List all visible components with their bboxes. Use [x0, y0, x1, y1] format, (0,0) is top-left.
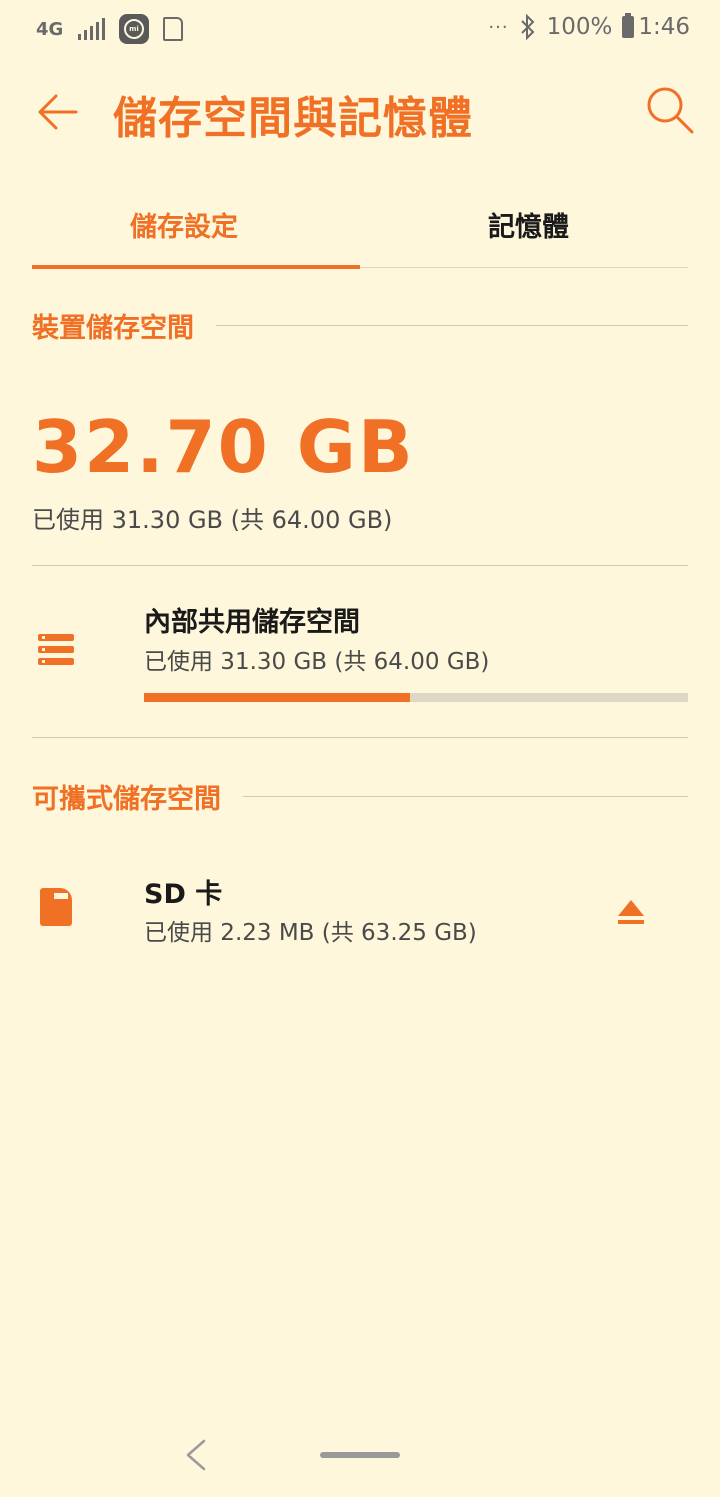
- internal-storage-title: 內部共用儲存空間: [144, 607, 360, 638]
- nav-home-pill[interactable]: [320, 1452, 400, 1458]
- app-bar: 儲存空間與記憶體: [0, 70, 720, 160]
- more-notifications-icon: ···: [488, 16, 509, 38]
- internal-storage-subtitle: 已使用 31.30 GB (共 64.00 GB): [144, 649, 490, 675]
- device-storage-header: 裝置儲存空間: [32, 306, 688, 345]
- sd-card-status-icon: [163, 17, 183, 41]
- section-divider: [216, 325, 688, 326]
- clock: 1:46: [638, 14, 690, 40]
- sd-card-subtitle: 已使用 2.23 MB (共 63.25 GB): [144, 920, 477, 946]
- tab-bar: 儲存設定 記憶體: [32, 185, 688, 269]
- tab-memory[interactable]: 記憶體: [488, 205, 569, 244]
- sd-card-icon: [40, 888, 72, 926]
- sd-card-row[interactable]: SD 卡 已使用 2.23 MB (共 63.25 GB): [32, 840, 688, 970]
- used-summary: 已使用 31.30 GB (共 64.00 GB): [32, 506, 393, 534]
- storage-stack-icon: [38, 634, 74, 670]
- internal-storage-row[interactable]: 內部共用儲存空間 已使用 31.30 GB (共 64.00 GB): [32, 566, 688, 737]
- battery-percent: 100%: [546, 14, 613, 40]
- search-icon[interactable]: [644, 84, 696, 136]
- internal-storage-progress: [144, 693, 688, 702]
- status-bar: 4G mi ··· 100% 1:46: [0, 0, 720, 60]
- divider: [32, 737, 688, 738]
- sd-card-title: SD 卡: [144, 879, 223, 910]
- arrow-left-icon[interactable]: [34, 88, 82, 136]
- section-divider: [243, 796, 688, 797]
- signal-icon: [78, 18, 105, 40]
- section-title: 可攜式儲存空間: [32, 784, 221, 815]
- section-title: 裝置儲存空間: [32, 313, 194, 344]
- mi-app-icon: mi: [119, 14, 149, 44]
- battery-icon: [622, 13, 635, 38]
- progress-fill: [144, 693, 411, 702]
- network-4g-icon: 4G: [36, 18, 64, 40]
- active-tab-indicator: [32, 265, 360, 269]
- portable-storage-header: 可攜式儲存空間: [32, 777, 688, 816]
- nav-back-icon[interactable]: [182, 1438, 210, 1472]
- page-title: 儲存空間與記憶體: [113, 93, 473, 144]
- bluetooth-icon: [520, 14, 534, 40]
- system-nav-bar: [0, 1420, 720, 1497]
- tab-storage-settings[interactable]: 儲存設定: [130, 205, 238, 244]
- free-storage-value: 32.70 GB: [32, 405, 415, 489]
- eject-icon[interactable]: [616, 896, 646, 926]
